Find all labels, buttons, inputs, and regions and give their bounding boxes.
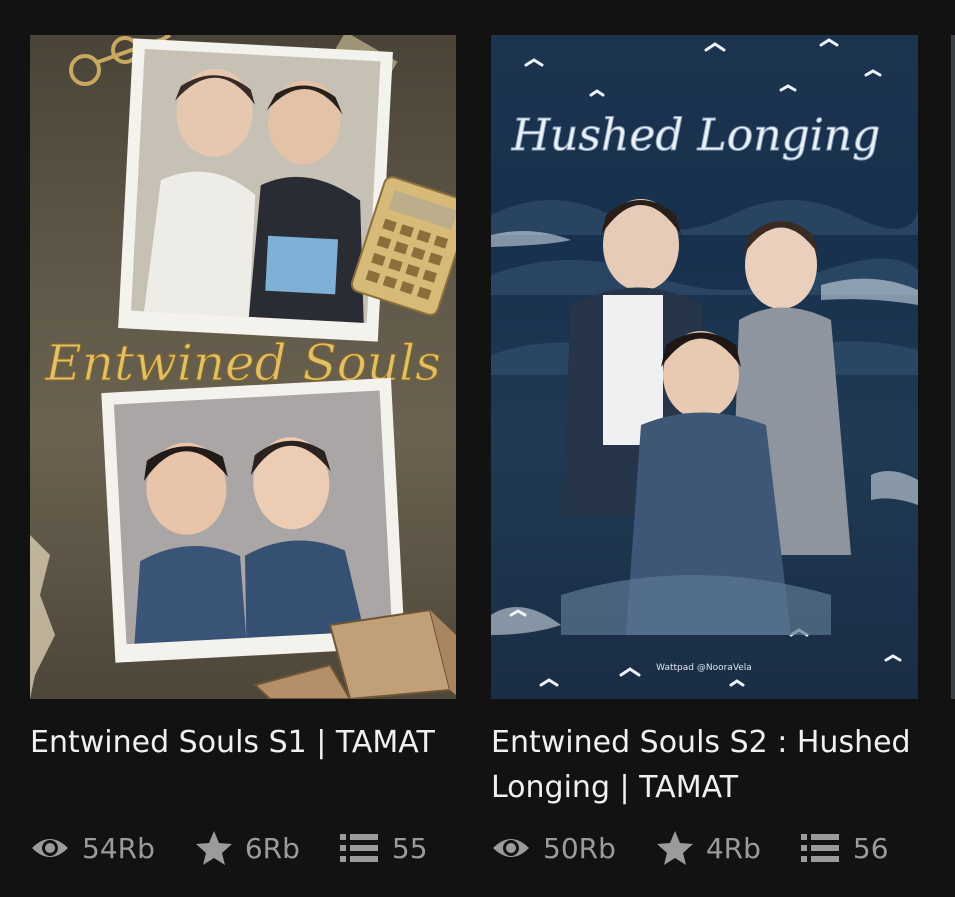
list-icon: [339, 834, 378, 862]
cover-art-2: Hushed Longing Wattpad @NooraVela: [491, 38, 918, 687]
story-cover[interactable]: [951, 35, 955, 699]
parts-stat: 55: [339, 831, 428, 865]
parts-stat: 56: [800, 831, 889, 865]
eye-icon: [32, 839, 68, 857]
votes-stat: 6Rb: [195, 830, 300, 866]
votes-count: 6Rb: [244, 831, 300, 865]
reads-count: 50Rb: [543, 831, 616, 865]
story-title[interactable]: Entwined Souls S1 | TAMAT: [30, 720, 456, 765]
reads-count: 54Rb: [82, 831, 155, 865]
reads-stat: 54Rb: [30, 832, 155, 865]
parts-count: 56: [852, 831, 889, 865]
story-stats: 50Rb 4Rb 56: [491, 828, 918, 868]
cover-lettering: Hushed Longing: [511, 110, 881, 161]
reads-stat: 50Rb: [491, 832, 616, 865]
cover-credit: Wattpad @NooraVela: [656, 663, 752, 673]
story-cover[interactable]: Entwined Souls: [30, 35, 456, 699]
parts-count: 55: [391, 831, 428, 865]
votes-stat: 4Rb: [656, 830, 761, 866]
story-cover[interactable]: Hushed Longing Wattpad @NooraVela: [491, 35, 918, 699]
votes-count: 4Rb: [705, 831, 761, 865]
star-icon: [656, 831, 693, 865]
star-icon: [195, 831, 232, 865]
list-icon: [800, 834, 839, 862]
story-stats: 54Rb 6Rb 55: [30, 828, 456, 868]
story-title[interactable]: Entwined Souls S2 : Hushed Longing | TAM…: [491, 720, 918, 810]
cover-art-1: Entwined Souls: [30, 35, 456, 699]
eye-icon: [493, 839, 529, 857]
